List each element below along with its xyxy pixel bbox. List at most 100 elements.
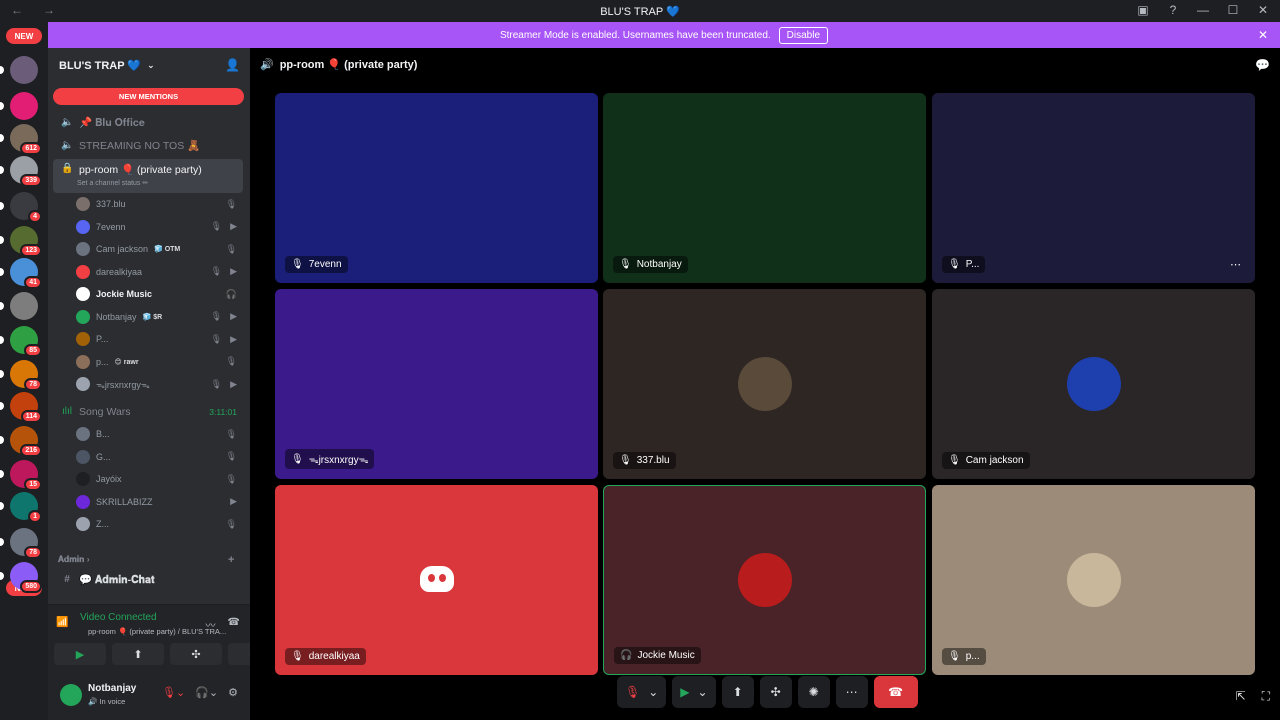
voice-member[interactable]: Z... 🎙 [76,514,243,534]
popout-icon[interactable]: ⇱ [1236,689,1246,704]
server-icon[interactable]: 15 [0,460,42,491]
mic-muted-icon[interactable]: 🎙⌄ [162,686,185,699]
video-tile[interactable]: 🎙 P... ⋯ [932,93,1255,283]
video-tile[interactable]: 🎙 Notbanjay [603,93,926,283]
participant-avatar [1066,357,1121,411]
voice-member[interactable]: Cam jackson 🧊 OTM 🎙 [76,239,243,259]
activities-button[interactable]: ✣ [170,643,222,665]
voice-member[interactable]: G... 🎙 [76,447,243,467]
activities-icon[interactable]: ✣ [759,676,792,708]
avatar[interactable] [60,684,82,706]
server-icon[interactable]: 4 [0,192,42,223]
video-tile[interactable]: 🎙 337.blu [603,289,926,479]
disconnect-icon[interactable]: ☎ [228,617,240,632]
video-tile[interactable]: 🎧 Jockie Music [603,485,926,675]
camera-button[interactable]: ▶ [54,643,106,665]
server-icon[interactable] [0,292,38,320]
member-name: Jockie Music [96,289,153,299]
screen-share-button[interactable]: ⬆ [112,643,164,665]
server-icon[interactable]: 41 [0,258,42,289]
channel-status[interactable]: Set a channel status ✏ [77,179,148,187]
channel-label: 📌 𝐁𝐥𝐮 𝐎𝐟𝐟𝐢𝐜𝐞 [79,116,145,129]
user-name[interactable]: Notbanjay [88,683,136,694]
channel-pp-room[interactable]: 🔒 pp-room 🎈 (private party) Set a channe… [53,159,243,193]
member-name: p... [96,356,109,367]
gear-icon[interactable]: ⚙ [228,686,238,699]
voice-member[interactable]: B... 🎙 [76,424,243,444]
video-tile[interactable]: 🎙 7evenn [275,93,598,283]
chat-icon[interactable]: 💬 [1255,58,1270,72]
video-tile[interactable]: 🎙 p... [932,485,1255,675]
help-icon[interactable]: ? [1164,3,1182,17]
category-admin[interactable]: 𝐀𝐝𝐦𝐢𝐧 › + [58,554,234,566]
server-icon[interactable]: 339 [0,156,42,187]
server-icon[interactable]: 612 [0,124,42,155]
server-icon[interactable]: 580 [0,562,42,593]
close-icon[interactable]: ✕ [1258,28,1268,42]
video-tile[interactable]: 🎙 darealkiyaa [275,485,598,675]
participant-avatar [1066,553,1121,607]
server-icon[interactable]: 216 [0,426,42,457]
close-window-button[interactable]: ✕ [1254,3,1272,17]
add-channel-icon[interactable]: + [228,554,234,566]
channel-admin-chat[interactable]: # 💬 𝐀𝐝𝐦𝐢𝐧-𝐂𝐡𝐚𝐭 [53,569,243,590]
voice-member[interactable]: Jayóix 🎙 [76,469,243,489]
noise-suppression-icon[interactable]: 〰 [206,617,216,632]
video-button[interactable]: ▶ ⌄ [672,676,716,708]
share-screen-button[interactable]: ⬆ [721,676,754,708]
video-tile[interactable]: 🎙 ᯓjrsxnxrgyᯓ [275,289,598,479]
more-icon[interactable]: ⋯ [1230,258,1241,271]
unread-pill [0,134,4,142]
voice-member[interactable]: 7evenn 🎙 ▶ [76,217,243,237]
server-header[interactable]: BLU'S TRAP 💙 ⌄ 👤 [48,48,250,82]
mention-badge: 15 [24,478,42,491]
voice-member[interactable]: Notbanjay 🧊 $R 🎙 ▶ [76,307,243,327]
mic-off-icon: 🎙 [210,266,223,276]
unread-pill [0,236,4,244]
maximize-button[interactable]: ☐ [1224,3,1242,17]
inbox-icon[interactable]: ▣ [1134,3,1152,17]
voice-member[interactable]: Jockie Music 🎧 [76,284,243,304]
mute-button[interactable]: 🎙 ⌄ [617,676,667,708]
leave-call-button[interactable]: ☎ [873,676,918,708]
new-pill[interactable]: NEW [6,28,42,44]
invite-icon[interactable]: 👤 [225,58,240,72]
voice-member[interactable]: ᯓjrsxnxrgyᯓ 🎙 ▶ [76,374,243,394]
server-icon[interactable] [0,92,38,120]
voice-member[interactable]: p... 😊 rawr 🎙 [76,352,243,372]
more-icon[interactable]: ⋯ [835,676,868,708]
channel-blu-office[interactable]: 🔈 📌 𝐁𝐥𝐮 𝐎𝐟𝐟𝐢𝐜𝐞 [53,112,243,133]
server-icon[interactable]: 78 [0,360,42,391]
headphones-icon[interactable]: 🎧⌄ [195,686,218,699]
new-mentions-button[interactable]: NEW MENTIONS [53,88,244,105]
voice-member[interactable]: SKRILLABIZZ ▶ [76,492,243,512]
member-name: 337.blu [96,199,126,209]
minimize-button[interactable]: — [1194,3,1212,17]
server-icon[interactable]: 85 [0,326,42,357]
server-icon[interactable]: 123 [0,226,42,257]
soundboard-icon[interactable]: ✺ [797,676,830,708]
unread-pill [0,370,4,378]
signal-icon[interactable]: 📶 [56,617,68,628]
server-icon[interactable] [0,56,38,84]
server-icon[interactable]: 1 [0,492,42,523]
channel-song-wars[interactable]: ılıl Song Wars 3:11:01 [53,401,243,422]
channel-streaming[interactable]: 🔈 STREAMING NO TOS 🧸 [53,135,243,156]
member-status-icons: 🎙 ▶ [211,379,237,390]
mic-off-icon: 🎙 [225,518,237,529]
disable-button[interactable]: Disable [778,26,829,44]
avatar [76,332,90,346]
member-tag: 😊 rawr [114,358,139,366]
voice-status[interactable]: Video Connected [80,612,157,623]
fullscreen-icon[interactable]: ⛶ [1262,689,1270,704]
avatar [76,287,90,301]
voice-member[interactable]: P... 🎙 ▶ [76,329,243,349]
server-icon[interactable]: 78 [0,528,42,559]
voice-member[interactable]: 337.blu 🎙 [76,194,243,214]
server-icon[interactable]: 114 [0,392,42,423]
unread-pill [0,572,4,580]
mic-off-icon: 🎙 [225,451,237,461]
voice-member[interactable]: darealkiyaa 🎙 ▶ [76,262,243,282]
member-name: Cam jackson [96,244,149,254]
video-tile[interactable]: 🎙 Cam jackson [932,289,1255,479]
